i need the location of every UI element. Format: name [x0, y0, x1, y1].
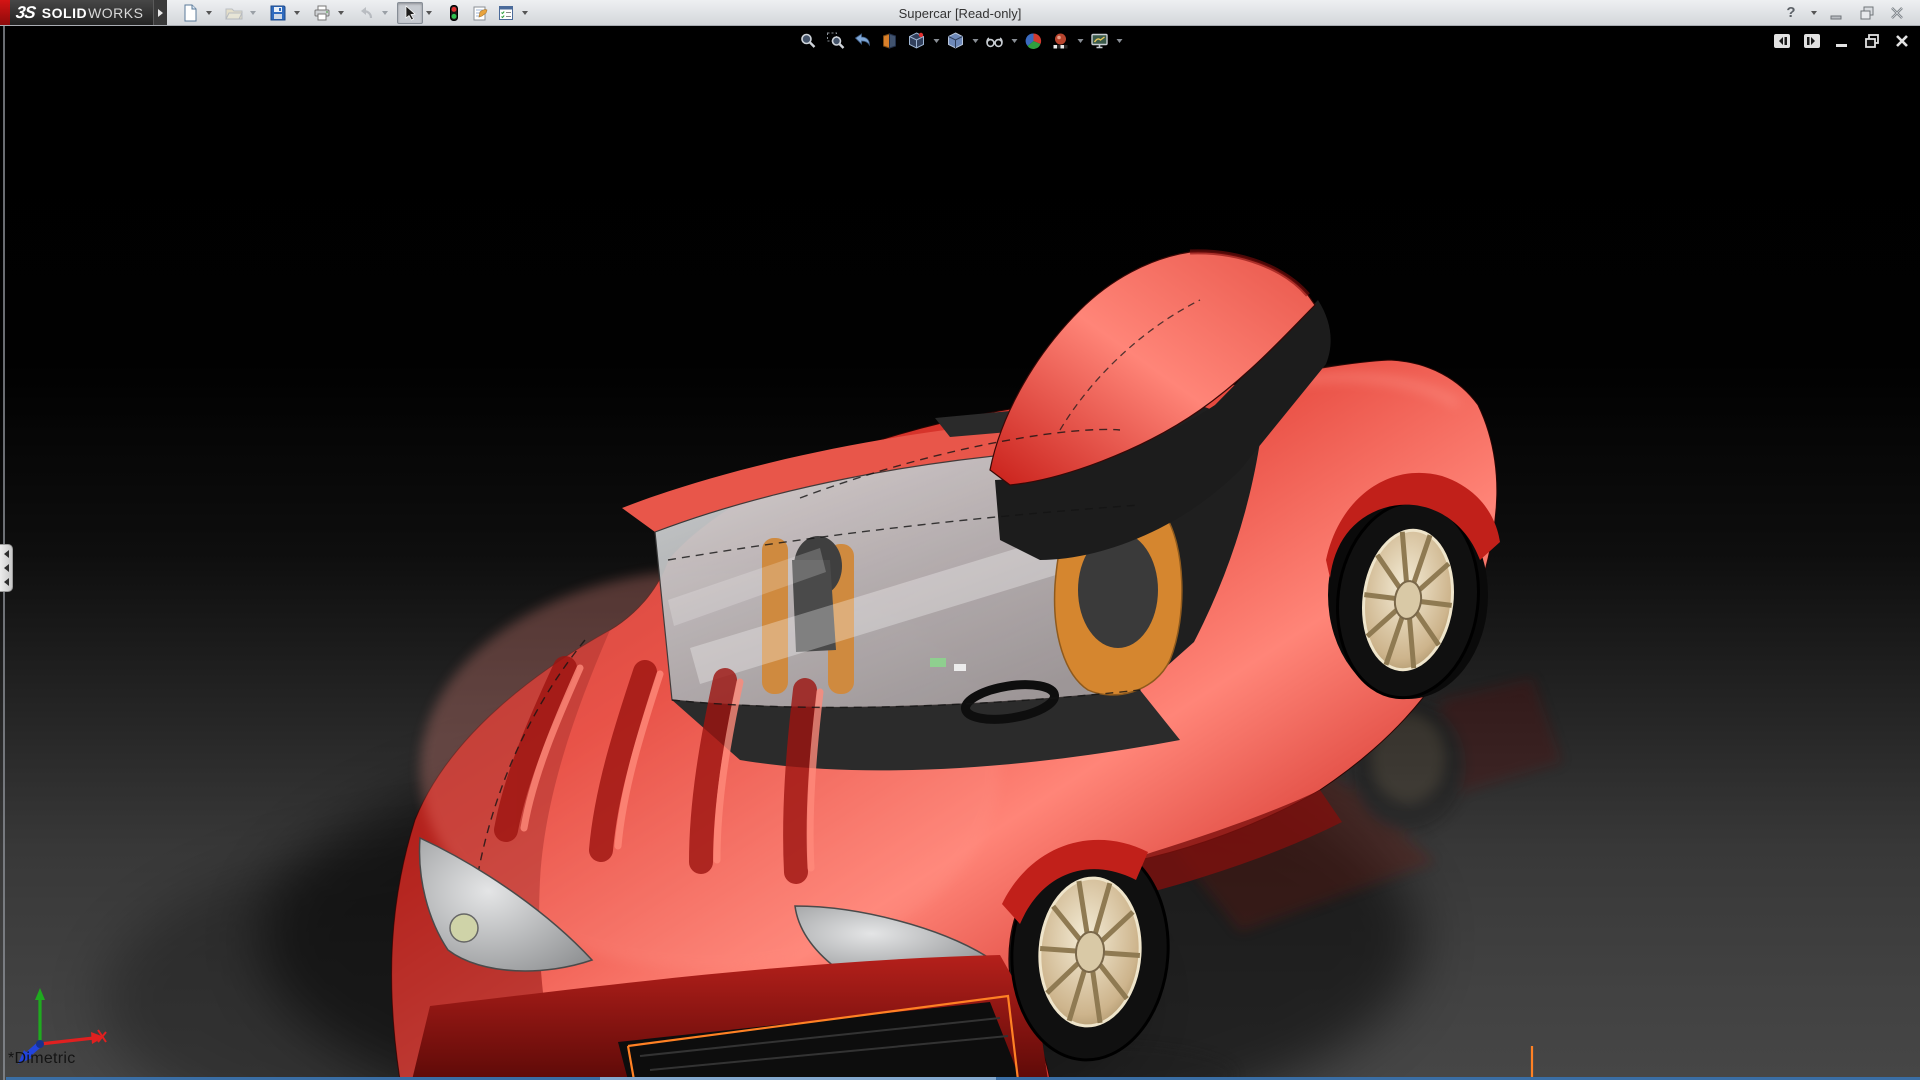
restore-document-icon: [1865, 34, 1879, 48]
solidworks-logo: 3S SOLID WORKS: [10, 0, 154, 25]
view-orientation-button[interactable]: [904, 29, 930, 53]
close-document-icon: [1896, 35, 1908, 47]
menu-expand-arrow[interactable]: [153, 0, 168, 25]
close-button[interactable]: [1884, 2, 1910, 24]
standard-toolbar: [167, 0, 537, 25]
apply-scene-icon: [1053, 33, 1068, 49]
appearance-ball-icon: [1025, 33, 1042, 49]
edit-appearance-button[interactable]: [1021, 29, 1047, 53]
view-settings-dropdown[interactable]: [1114, 29, 1125, 53]
window-controls: ?: [1778, 0, 1920, 25]
orientation-label: *Dimetric: [8, 1050, 76, 1067]
collapse-arrow-icon: [3, 564, 9, 572]
close-icon: [1891, 6, 1903, 19]
featuremanager-collapsed-tab[interactable]: [0, 544, 13, 592]
select-dropdown-arrow[interactable]: [423, 2, 435, 24]
close-document-button[interactable]: [1892, 31, 1912, 51]
file-properties-button[interactable]: [467, 2, 493, 24]
graphics-viewport[interactable]: *Dimetric: [0, 26, 1920, 1080]
eyeglasses-icon: [986, 37, 1003, 48]
restore-document-button[interactable]: [1862, 31, 1882, 51]
right-pane-icon: [1804, 34, 1820, 48]
select-cursor-icon: [406, 4, 417, 20]
zoom-to-area-icon: [827, 32, 845, 49]
help-button[interactable]: ?: [1778, 2, 1804, 24]
previous-view-icon: [854, 33, 870, 47]
minimize-icon: [1830, 15, 1842, 19]
file-properties-icon: [473, 6, 488, 20]
display-style-icon: [948, 32, 963, 49]
view-orientation-dropdown[interactable]: [931, 29, 942, 53]
new-dropdown-arrow[interactable]: [203, 2, 215, 24]
traffic-light-icon: [450, 4, 459, 21]
triad-y-arrow: [35, 988, 45, 1000]
options-list-icon: [499, 5, 514, 20]
minimize-button[interactable]: [1824, 2, 1850, 24]
options-button[interactable]: [493, 2, 519, 24]
view-orientation-icon: [909, 32, 924, 49]
save-dropdown-arrow[interactable]: [291, 2, 303, 24]
open-dropdown-arrow[interactable]: [247, 2, 259, 24]
minimize-document-button[interactable]: [1832, 31, 1852, 51]
logo-mark: 3S: [14, 2, 37, 22]
zoom-to-fit-button[interactable]: [796, 29, 822, 53]
section-view-icon: [883, 33, 896, 49]
collapse-arrow-icon: [3, 578, 9, 586]
restore-button[interactable]: [1854, 2, 1880, 24]
accent-stripe: [0, 0, 10, 25]
new-document-icon: [184, 4, 197, 21]
show-left-pane-button[interactable]: [1772, 31, 1792, 51]
previous-view-button[interactable]: [850, 29, 876, 53]
left-pane-icon: [1774, 34, 1790, 48]
solidworks-window: 3S SOLID WORKS Supercar [Read-only] ? *D…: [0, 0, 1920, 1080]
hide-show-items-button[interactable]: [982, 29, 1008, 53]
open-folder-icon: [225, 8, 244, 19]
titlebar: 3S SOLID WORKS Supercar [Read-only] ?: [0, 0, 1920, 26]
collapse-arrow-icon: [3, 550, 9, 558]
apply-scene-button[interactable]: [1048, 29, 1074, 53]
logo-text-works: WORKS: [88, 4, 144, 21]
undo-arrow-icon: [361, 6, 373, 18]
zoom-to-fit-icon: [801, 33, 816, 48]
display-style-button[interactable]: [943, 29, 969, 53]
rebuild-button[interactable]: [441, 2, 467, 24]
headsup-view-toolbar: [796, 29, 1125, 53]
restore-icon: [1860, 6, 1874, 19]
help-icon: ?: [1786, 4, 1796, 21]
undo-dropdown-arrow[interactable]: [379, 2, 391, 24]
save-button[interactable]: [265, 2, 291, 24]
display-style-dropdown[interactable]: [970, 29, 981, 53]
undo-button[interactable]: [353, 2, 379, 24]
logo-text-solid: SOLID: [41, 4, 88, 21]
print-button[interactable]: [309, 2, 335, 24]
show-right-pane-button[interactable]: [1802, 31, 1822, 51]
print-icon: [314, 5, 330, 20]
hide-show-items-dropdown[interactable]: [1009, 29, 1020, 53]
section-view-button[interactable]: [877, 29, 903, 53]
save-floppy-icon: [270, 5, 286, 20]
view-settings-icon: [1091, 33, 1108, 49]
minimize-document-icon: [1836, 44, 1847, 47]
help-dropdown-arrow[interactable]: [1808, 2, 1820, 24]
open-button[interactable]: [221, 2, 247, 24]
apply-scene-dropdown[interactable]: [1075, 29, 1086, 53]
zoom-to-area-button[interactable]: [823, 29, 849, 53]
options-dropdown-arrow[interactable]: [519, 2, 531, 24]
view-settings-button[interactable]: [1087, 29, 1113, 53]
document-window-controls: [1772, 31, 1912, 51]
new-document-button[interactable]: [177, 2, 203, 24]
supercar-model[interactable]: [0, 26, 1920, 1080]
select-button[interactable]: [397, 1, 424, 24]
print-dropdown-arrow[interactable]: [335, 2, 347, 24]
